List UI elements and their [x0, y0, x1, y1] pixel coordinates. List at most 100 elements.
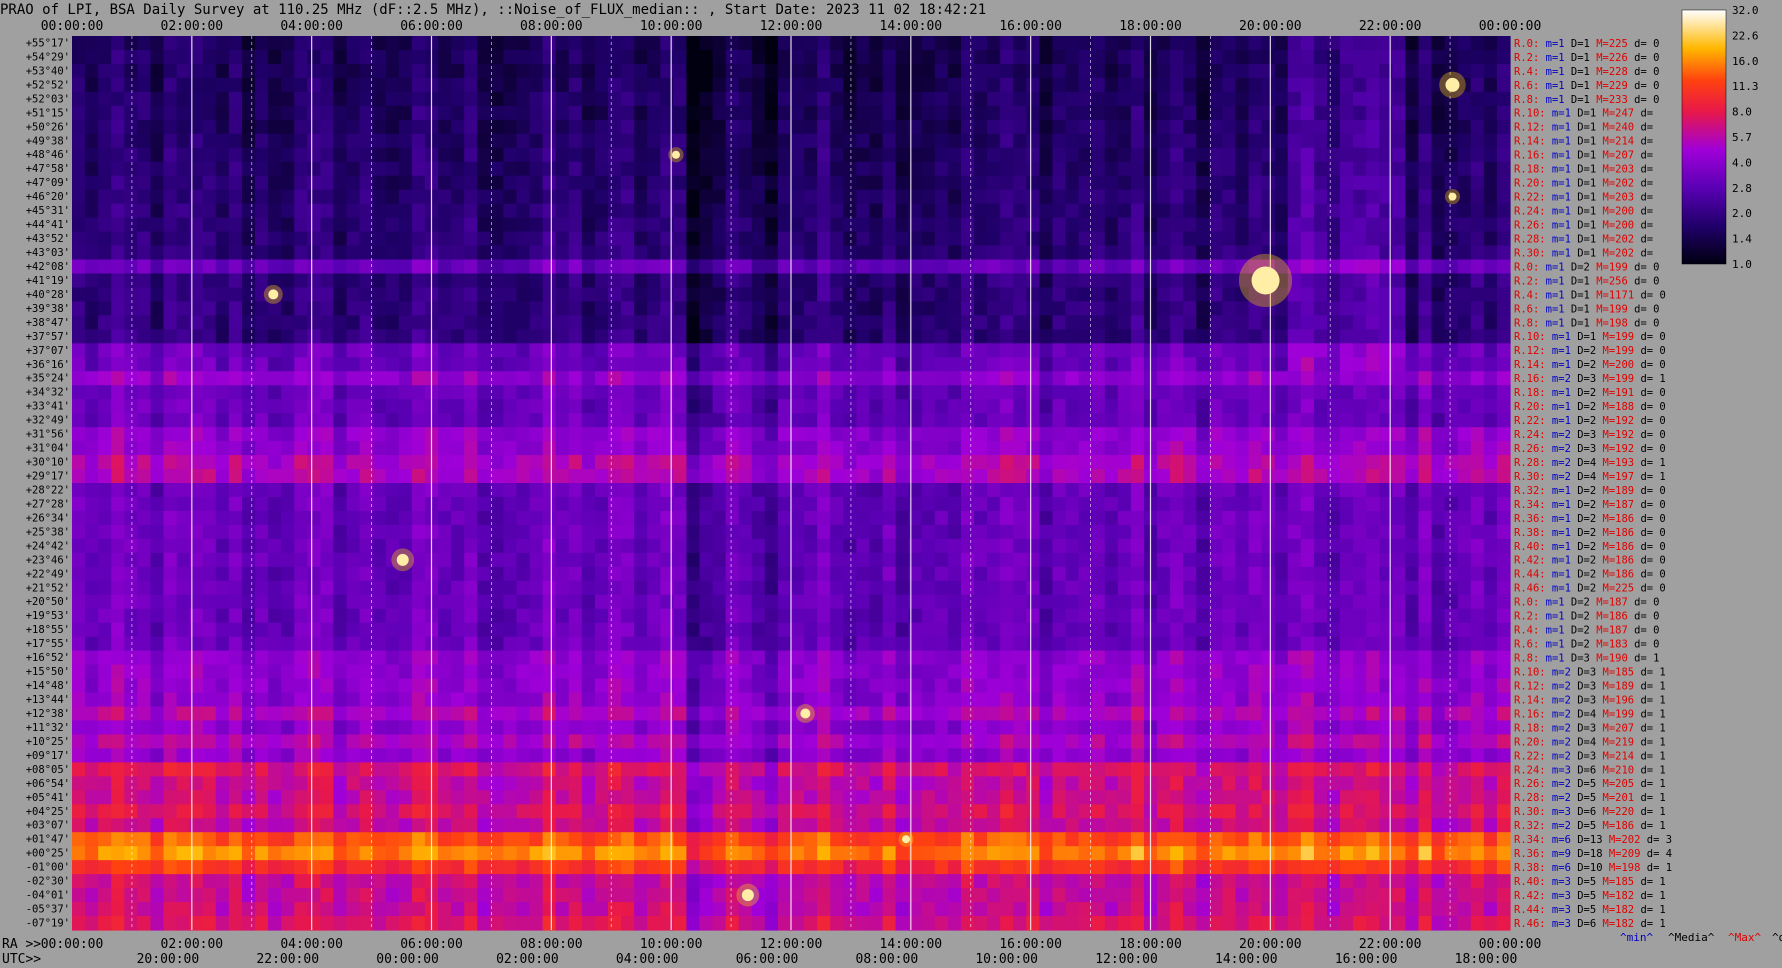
heatmap-cell	[817, 413, 831, 428]
heatmap-cell	[1444, 343, 1459, 358]
heatmap-cell	[1013, 399, 1027, 414]
heatmap-cell	[699, 343, 714, 358]
heatmap-cell	[921, 636, 936, 652]
heatmap-cell	[594, 622, 609, 638]
heatmap-cell	[1418, 357, 1433, 372]
heatmap-cell	[85, 175, 99, 191]
heatmap-cell	[817, 496, 831, 512]
heatmap-cell	[947, 105, 962, 121]
heatmap-cell	[1353, 203, 1367, 219]
heatmap-cell	[1052, 566, 1067, 582]
heatmap-cell	[1326, 231, 1341, 247]
heatmap-cell	[673, 245, 688, 261]
heatmap-cell	[542, 413, 557, 428]
heatmap-cell	[647, 496, 661, 512]
heatmap-cell	[542, 510, 557, 526]
heatmap-cell	[921, 427, 936, 442]
heatmap-cell	[1039, 608, 1054, 624]
heatmap-cell	[804, 273, 818, 289]
heatmap-cell	[1183, 469, 1197, 484]
heatmap-cell	[255, 119, 269, 135]
heatmap-cell	[1117, 650, 1132, 666]
heatmap-cell	[1091, 371, 1106, 386]
heatmap-cell	[634, 580, 648, 596]
heatmap-cell	[947, 566, 962, 582]
heatmap-cell	[1405, 622, 1420, 638]
heatmap-cell	[281, 371, 295, 386]
heatmap-cell	[268, 441, 282, 456]
heatmap-cell	[333, 147, 348, 163]
heatmap-cell	[163, 231, 178, 247]
heatmap-cell	[1431, 315, 1446, 330]
heatmap-cell	[1157, 510, 1171, 526]
heatmap-cell	[307, 273, 321, 289]
heatmap-cell	[1405, 77, 1420, 93]
heatmap-cell	[1209, 175, 1223, 191]
heatmap-cell	[1496, 538, 1511, 554]
heatmap-cell	[817, 36, 831, 51]
heatmap-cell	[555, 105, 570, 121]
heatmap-cell	[477, 455, 491, 470]
heatmap-cell	[1183, 399, 1197, 414]
heatmap-cell	[294, 385, 308, 400]
heatmap-cell	[686, 413, 701, 428]
heatmap-cell	[307, 315, 321, 330]
heatmap-cell	[268, 189, 282, 205]
heatmap-cell	[1470, 622, 1485, 638]
heatmap-cell	[947, 91, 962, 107]
heatmap-cell	[98, 399, 112, 414]
heatmap-cell	[725, 36, 740, 51]
heatmap-cell	[634, 133, 648, 149]
heatmap-cell	[1418, 91, 1433, 107]
heatmap-cell	[882, 315, 897, 330]
heatmap-cell	[98, 441, 112, 456]
heatmap-cell	[725, 105, 740, 121]
heatmap-cell	[1222, 301, 1237, 316]
heatmap-cell	[1157, 385, 1171, 400]
heatmap-cell	[137, 371, 152, 386]
heatmap-cell	[594, 524, 609, 540]
heatmap-cell	[621, 510, 635, 526]
heatmap-cell	[895, 36, 910, 51]
heatmap-cell	[411, 147, 426, 163]
heatmap-cell	[320, 483, 335, 498]
heatmap-cell	[882, 77, 897, 93]
heatmap-cell	[124, 329, 138, 344]
heatmap-cell	[1196, 510, 1210, 526]
heatmap-cell	[882, 91, 897, 107]
heatmap-cell	[581, 413, 596, 428]
heatmap-cell	[1026, 315, 1040, 330]
heatmap-cell	[1000, 161, 1014, 177]
heatmap-cell	[921, 105, 936, 121]
heatmap-cell	[294, 524, 308, 540]
heatmap-cell	[1457, 413, 1472, 428]
heatmap-cell	[1130, 594, 1145, 610]
heatmap-cell	[1091, 622, 1106, 638]
heatmap-cell	[1222, 63, 1237, 79]
heatmap-cell	[555, 343, 570, 358]
heatmap-cell	[777, 343, 792, 358]
heatmap-cell	[738, 524, 753, 540]
heatmap-cell	[621, 371, 635, 386]
heatmap-cell	[830, 147, 844, 163]
heatmap-cell	[1104, 245, 1119, 261]
heatmap-cell	[1392, 455, 1407, 470]
heatmap-cell	[281, 49, 295, 65]
heatmap-cell	[1170, 385, 1184, 400]
heatmap-cell	[869, 455, 884, 470]
heatmap-cell	[921, 385, 936, 400]
heatmap-cell	[516, 427, 531, 442]
heatmap-cell	[1418, 636, 1433, 652]
heatmap-cell	[568, 203, 583, 219]
heatmap-cell	[960, 49, 975, 65]
heatmap-cell	[699, 161, 714, 177]
heatmap-cell	[1091, 357, 1106, 372]
heatmap-cell	[1405, 413, 1420, 428]
heatmap-cell	[268, 566, 282, 582]
heatmap-cell	[607, 552, 622, 568]
heatmap-cell	[607, 217, 622, 233]
heatmap-cell	[1196, 133, 1210, 149]
heatmap-cell	[1052, 119, 1067, 135]
heatmap-cell	[477, 357, 491, 372]
heatmap-cell	[895, 217, 910, 233]
